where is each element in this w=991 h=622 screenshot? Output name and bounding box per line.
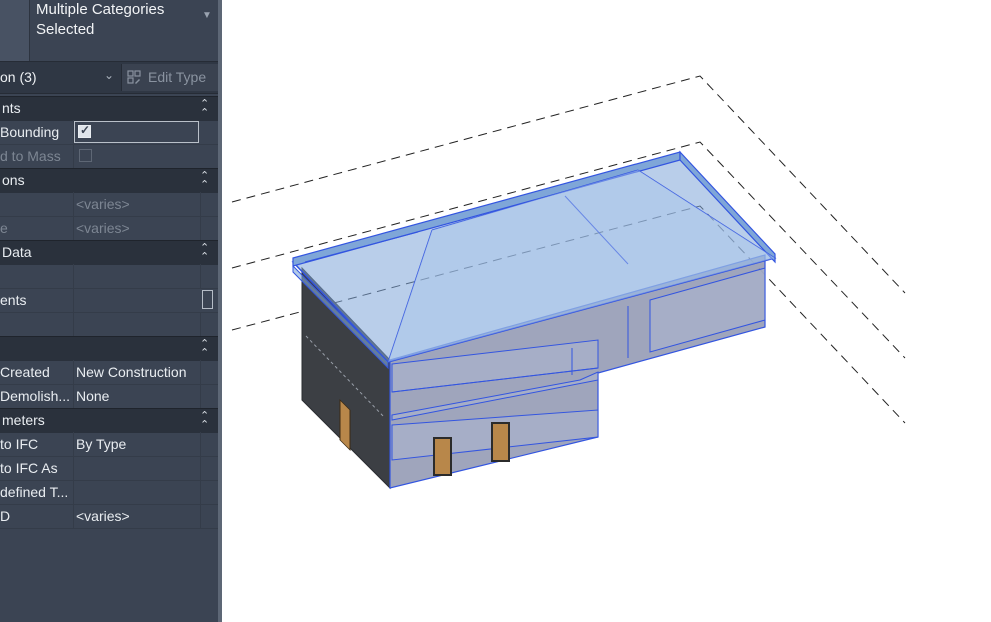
property-label: to IFC As [0,460,58,476]
property-label: Bounding [0,124,60,140]
edit-type-icon [127,70,141,84]
related-to-mass-checkbox [79,149,92,162]
collapse-icon[interactable]: ⌃ ⌃ [200,171,209,191]
property-value: <varies> [76,196,130,212]
property-value: <varies> [76,220,130,236]
property-row[interactable]: defined T... [0,480,218,505]
collapse-icon[interactable]: ⌃ ⌃ [200,243,209,263]
collapse-icon[interactable]: ⌃ ⌃ [200,99,209,119]
type-selector-title-line1: Multiple Categories [36,1,165,18]
property-label: Demolish... [0,388,71,404]
section-identity-data[interactable]: Data ⌃ ⌃ [0,240,218,265]
checkmark-icon: ✓ [80,123,91,137]
properties-panel: Multiple Categories Selected ▼ on (3) ⌄ … [0,0,222,622]
property-value: By Type [76,436,127,452]
filter-label: on (3) [0,69,37,85]
type-selector-title: Multiple Categories Selected [36,0,201,40]
section-ifc-parameters[interactable]: meters ⌃ ⌃ [0,408,218,433]
collapse-icon[interactable]: ⌃ ⌃ [200,339,209,359]
type-preview-icon [0,0,30,61]
property-row[interactable] [0,264,218,289]
checkbox-cell-frame [74,121,199,143]
edit-type-label: Edit Type [148,69,207,85]
property-row[interactable]: Demolish... None [0,384,218,409]
type-selector-title-line2: Selected [36,21,95,38]
section-label: ons [2,172,25,188]
section-label: meters [2,412,45,428]
3d-viewport[interactable] [222,0,991,622]
property-row[interactable]: to IFC As [0,456,218,481]
property-value: None [76,388,110,404]
room-bounding-checkbox[interactable]: ✓ [78,123,91,138]
property-label: ents [0,292,27,308]
property-label: Created [0,364,50,380]
property-label: e [0,220,8,236]
property-value: New Construction [76,364,187,380]
section-label: Data [2,244,32,260]
property-label: D [0,508,11,524]
property-value: <varies> [76,508,130,524]
door-front-1[interactable] [433,437,452,476]
property-label: to IFC [0,436,39,452]
property-row[interactable]: ents [0,288,218,313]
section-constraints[interactable]: nts ⌃ ⌃ [0,96,218,121]
property-label: defined T... [0,484,69,500]
section-phasing[interactable]: ⌃ ⌃ [0,336,218,361]
property-label: d to Mass [0,148,61,164]
instance-filter[interactable]: on (3) ⌄ Edit Type [0,61,218,94]
edit-button[interactable] [202,290,213,309]
door-front-2[interactable] [491,422,510,462]
type-selector[interactable]: Multiple Categories Selected ▼ [0,0,218,61]
collapse-icon[interactable]: ⌃ ⌃ [200,411,209,431]
property-row[interactable]: to IFC By Type [0,432,218,457]
property-row[interactable]: <varies> [0,192,218,217]
chevron-down-icon[interactable]: ▼ [202,10,212,21]
property-row[interactable]: e <varies> [0,216,218,241]
property-row[interactable] [0,312,218,337]
property-row[interactable]: D <varies> [0,504,218,529]
property-row[interactable]: Created New Construction [0,360,218,385]
edit-type-button[interactable]: Edit Type [121,64,218,91]
section-label: nts [2,100,21,116]
building-model-view[interactable] [222,0,991,622]
property-row[interactable]: d to Mass [0,144,218,169]
chevron-down-icon[interactable]: ⌄ [104,68,114,82]
section-dimensions[interactable]: ons ⌃ ⌃ [0,168,218,193]
